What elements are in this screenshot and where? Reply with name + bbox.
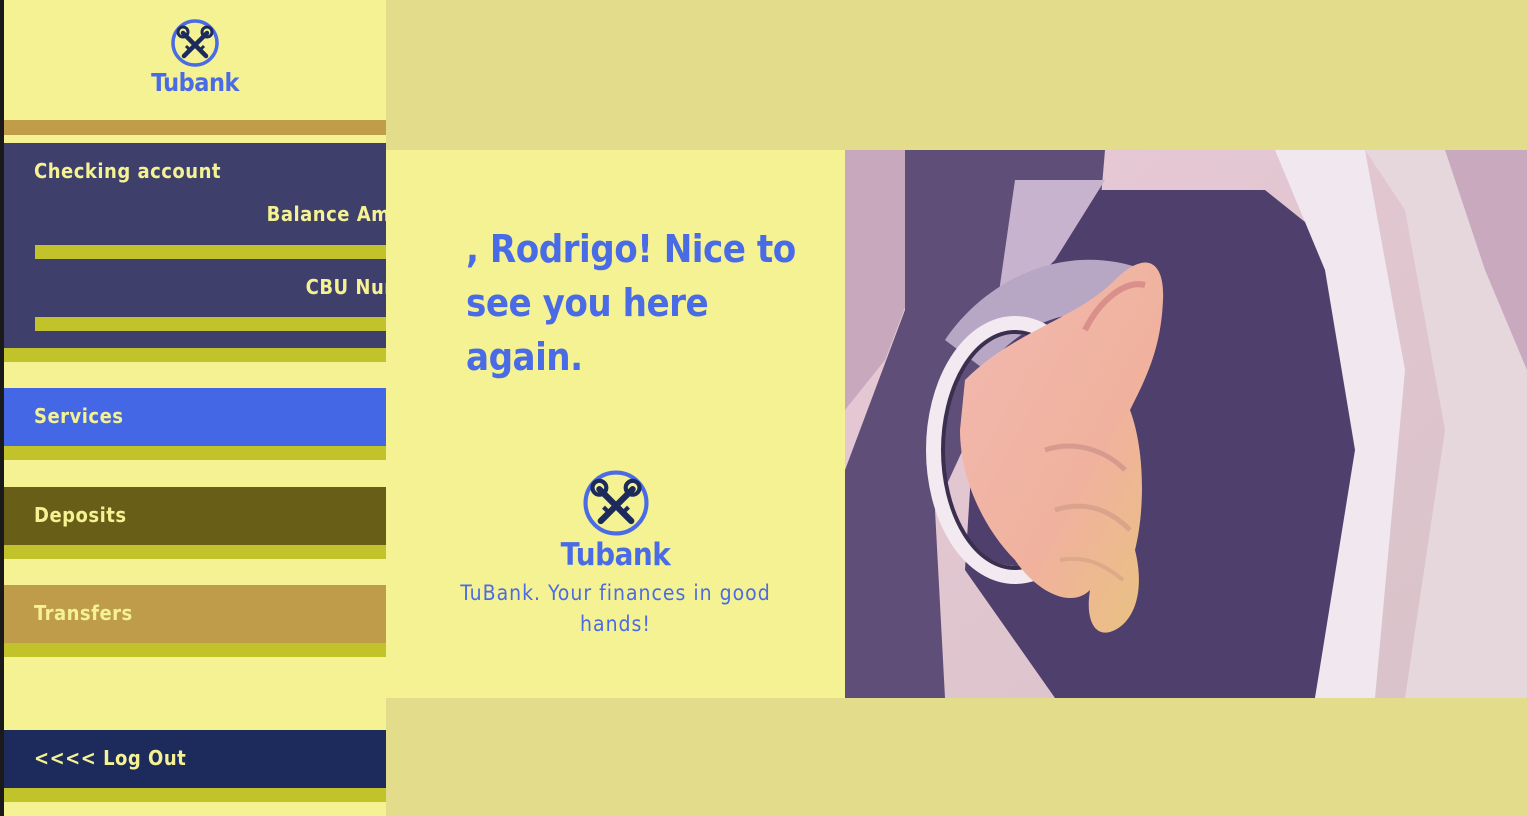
sidebar-logo[interactable]: Tubank xyxy=(4,18,386,96)
divider-bar xyxy=(4,120,386,135)
brand-name: Tubank xyxy=(151,68,239,97)
logout-button[interactable]: <<<< Log Out xyxy=(4,730,386,788)
sidebar-item-underline xyxy=(4,545,386,559)
brand-name: Tubank xyxy=(560,537,671,573)
crossed-keys-icon xyxy=(582,470,649,536)
handshake-hand-image xyxy=(845,150,1527,698)
sidebar-item-underline xyxy=(4,446,386,460)
sidebar-item-transfers[interactable]: Transfers xyxy=(4,585,386,643)
sidebar-item-label: Transfers xyxy=(34,601,133,625)
sidebar: Tubank Checking account Services Deposit… xyxy=(4,0,386,816)
welcome-panel: , Rodrigo! Nice to see you here again. T… xyxy=(386,150,845,698)
welcome-greeting: , Rodrigo! Nice to see you here again. xyxy=(466,227,796,379)
sidebar-item-services[interactable]: Services xyxy=(4,388,386,446)
sidebar-item-label: Services xyxy=(34,404,124,428)
sidebar-item-underline xyxy=(4,788,386,802)
center-logo: Tubank TuBank. Your finances in good han… xyxy=(386,468,845,640)
tagline: TuBank. Your finances in good hands! xyxy=(460,581,771,636)
crossed-keys-icon xyxy=(171,19,219,67)
sidebar-item-underline xyxy=(4,348,386,362)
sidebar-item-deposits[interactable]: Deposits xyxy=(4,487,386,545)
sidebar-item-label: Checking account xyxy=(34,159,222,183)
sidebar-item-checking-account[interactable]: Checking account xyxy=(4,143,386,348)
sidebar-item-underline xyxy=(4,643,386,657)
sidebar-item-label: Deposits xyxy=(34,503,127,527)
logout-label: <<<< Log Out xyxy=(34,746,187,770)
